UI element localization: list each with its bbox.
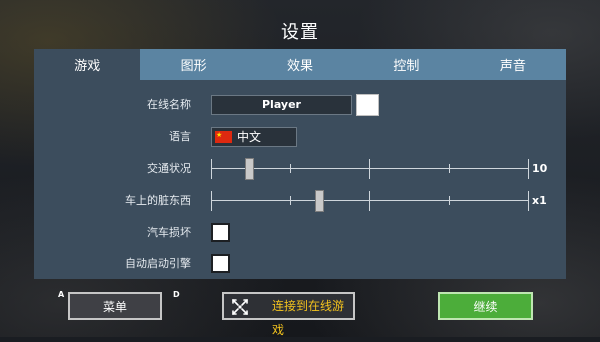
slider-minor-tick bbox=[290, 164, 291, 173]
online-key-hint: D bbox=[173, 290, 180, 299]
dirt-value: x1 bbox=[532, 194, 547, 207]
tab-sound[interactable]: 声音 bbox=[460, 49, 566, 80]
slider-end-tick bbox=[211, 191, 212, 211]
online-name-row: 在线名称 Player bbox=[34, 94, 566, 116]
tab-game[interactable]: 游戏 bbox=[34, 49, 141, 80]
traffic-slider-thumb[interactable] bbox=[245, 158, 255, 180]
car-damage-label: 汽车损坏 bbox=[147, 226, 191, 239]
slider-minor-tick bbox=[290, 196, 291, 205]
auto-start-checkbox[interactable] bbox=[211, 254, 230, 273]
auto-start-label: 自动启动引擎 bbox=[125, 257, 191, 270]
online-name-field[interactable]: Player bbox=[211, 95, 352, 115]
continue-button[interactable]: 继续 bbox=[438, 292, 533, 320]
slider-minor-tick bbox=[449, 196, 450, 205]
connect-online-label: 连接到在线游戏 bbox=[272, 299, 345, 337]
language-label: 语言 bbox=[169, 130, 191, 143]
tab-graphics[interactable]: 图形 bbox=[140, 49, 246, 80]
language-row: 语言 ★ 中文 bbox=[34, 127, 566, 147]
menu-button[interactable]: 菜单 bbox=[68, 292, 162, 320]
page-title: 设置 bbox=[281, 22, 319, 43]
slider-end-tick bbox=[528, 159, 529, 179]
dirt-label: 车上的脏东西 bbox=[125, 194, 191, 207]
tab-bar: 游戏 图形 效果 控制 声音 bbox=[34, 49, 566, 80]
settings-panel: 游戏 图形 效果 控制 声音 在线名称 Player 语言 ★ 中文 交通状况 … bbox=[34, 49, 566, 279]
slider-minor-tick bbox=[449, 164, 450, 173]
traffic-slider[interactable] bbox=[211, 158, 529, 180]
slider-end-tick bbox=[528, 191, 529, 211]
traffic-row: 交通状况 10 bbox=[34, 158, 566, 180]
dirt-slider-track bbox=[211, 200, 529, 201]
slider-end-tick bbox=[211, 159, 212, 179]
traffic-value: 10 bbox=[532, 162, 548, 175]
dirt-slider-thumb[interactable] bbox=[315, 190, 325, 212]
car-damage-checkbox[interactable] bbox=[211, 223, 230, 242]
dirt-slider[interactable] bbox=[211, 190, 529, 212]
china-flag-icon: ★ bbox=[215, 131, 232, 143]
slider-mid-tick bbox=[369, 159, 370, 179]
language-select[interactable]: ★ 中文 bbox=[211, 127, 297, 147]
connect-online-button[interactable]: 连接到在线游戏 bbox=[222, 292, 355, 337]
menu-key-hint: A bbox=[58, 290, 65, 299]
online-name-label: 在线名称 bbox=[147, 98, 191, 111]
traffic-label: 交通状况 bbox=[147, 162, 191, 175]
slider-mid-tick bbox=[369, 191, 370, 211]
auto-start-row: 自动启动引擎 bbox=[34, 254, 566, 274]
tab-effects[interactable]: 效果 bbox=[247, 49, 353, 80]
dirt-row: 车上的脏东西 x1 bbox=[34, 190, 566, 212]
traffic-slider-track bbox=[211, 168, 529, 169]
name-color-swatch[interactable] bbox=[356, 94, 379, 116]
tab-controls[interactable]: 控制 bbox=[353, 49, 459, 80]
language-value: 中文 bbox=[237, 130, 262, 144]
network-arrows-icon bbox=[232, 299, 248, 315]
car-damage-row: 汽车损坏 bbox=[34, 223, 566, 243]
